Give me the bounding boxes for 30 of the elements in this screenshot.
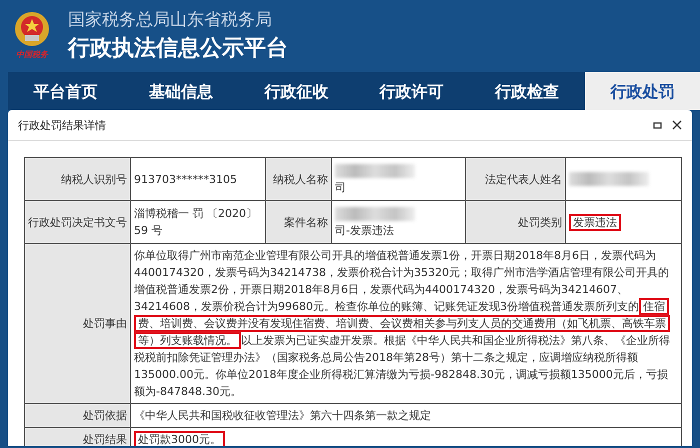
field-label: 处罚事由: [83, 317, 127, 330]
field-value: 司-发票违法: [335, 224, 394, 237]
emblem-icon: [13, 10, 51, 48]
field-label: 纳税人名称: [273, 172, 328, 186]
field-label: 行政处罚决定书文号: [28, 216, 127, 228]
field-value: 你单位取得广州市南范企业管理有限公司开具的增值税普通发票1份，开票日期2018年8月6日，发票代码为4400174320，发票号码为34214738，发票价税合计为35320元；取得广州市浩学酒店管理有限公司开具的增值税普通发票2份，开票日期2018年8月6日，发票代码为4400174320，发票号码为34214607、34214608，发票价税合计为99680元。检查你单位的账簿、记账凭证发现3份增值税普通发票所列支的 住宿费、培训费、会议费并没有发现住宿费、培训费、会议费相关参与列支人员的交通费用（如飞机票、高铁车票等）列支账载情况。 以上发票为已证实虚开发票。根据《中华人民共和国企业所得税法》第八条、《企业所得税税前扣除凭证管理办法》（国家税务总局公告2018年第28号）第十二条之规定，应调增应纳税所得额135000.00元。你单位2018年度企业所得税汇算清缴为亏损-982848.30元，调减亏损额135000元后，亏损额为-847848.30元。: [134, 248, 671, 400]
field-label: 案件名称: [284, 216, 328, 228]
minimize-icon[interactable]: [653, 120, 662, 130]
field-value: 司: [335, 181, 346, 194]
field-value: 《中华人民共和国税收征收管理法》第六十四条第一款之规定: [134, 408, 432, 424]
nav-tab[interactable]: 行政许可: [354, 72, 470, 110]
nav-tab[interactable]: 行政处罚: [584, 72, 700, 110]
close-icon[interactable]: [672, 120, 682, 130]
nav-tab[interactable]: 行政检查: [469, 72, 585, 110]
field-label: 处罚结果: [83, 433, 127, 446]
field-value: 处罚款3000元。: [134, 431, 225, 446]
field-value: 淄博税稽一 罚 〔2020〕59 号: [134, 207, 257, 237]
dialog-title: 行政处罚结果详情: [18, 118, 107, 132]
agency-name: 国家税务总局山东省税务局: [68, 8, 273, 30]
field-label: 纳税人识别号: [61, 172, 127, 186]
field-label: 法定代表人姓名: [485, 172, 562, 186]
nav-tab[interactable]: 基础信息: [123, 72, 239, 110]
field-value: 发票违法: [569, 214, 621, 230]
nav-tab[interactable]: 行政征收: [238, 72, 354, 110]
nav-tab[interactable]: 平台首页: [8, 72, 124, 110]
logo-caption: 中国税务: [16, 49, 48, 60]
field-value: 913703******3105: [134, 172, 237, 186]
field-label: 处罚依据: [83, 409, 127, 422]
field-label: 处罚类别: [518, 216, 562, 228]
site-title: 行政执法信息公示平台: [68, 34, 288, 62]
